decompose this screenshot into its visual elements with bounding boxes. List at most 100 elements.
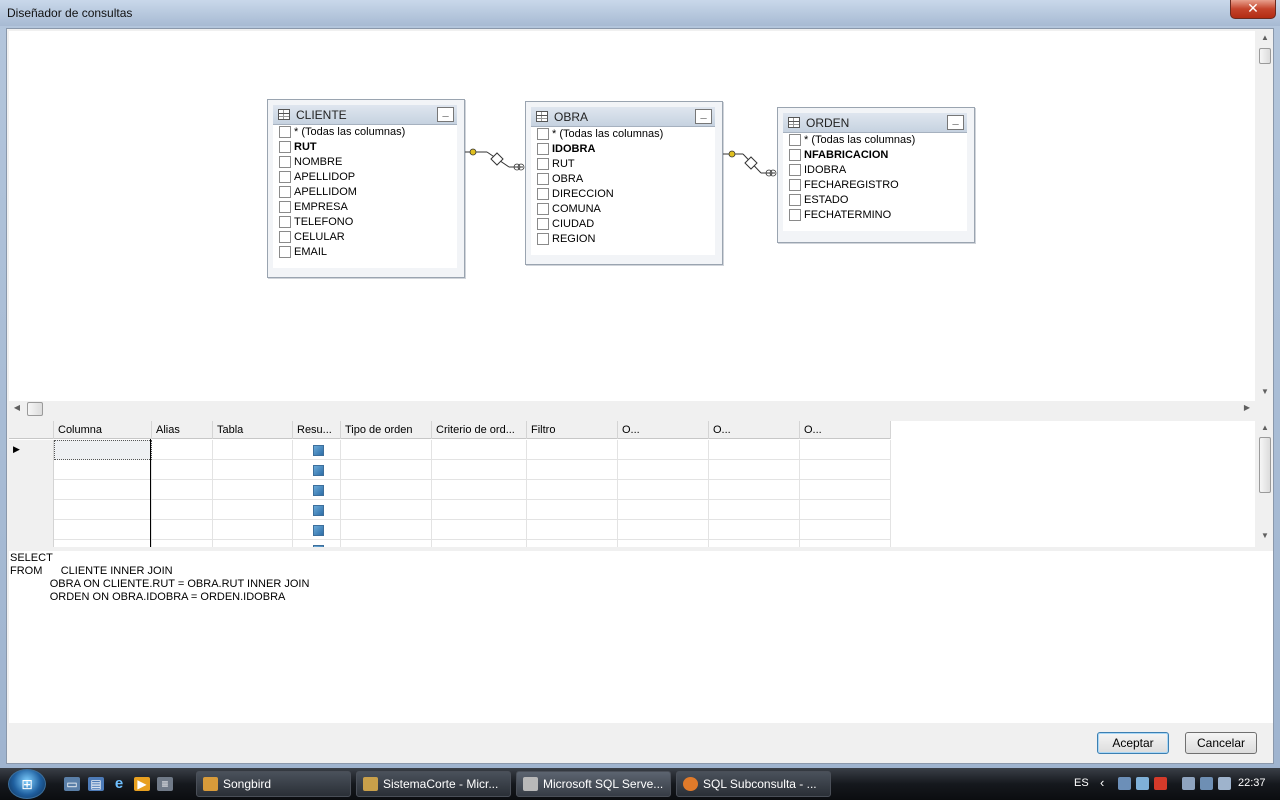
- taskbar-item-sistemacorte[interactable]: SistemaCorte - Micr...: [356, 771, 511, 797]
- column-checkbox[interactable]: [279, 156, 291, 168]
- internet-explorer-icon[interactable]: e: [111, 776, 127, 791]
- table-header[interactable]: OBRA _: [531, 107, 715, 127]
- column-checkbox[interactable]: [537, 158, 549, 170]
- sparkle-tray-icon[interactable]: [1136, 777, 1149, 790]
- grid-header-filtro[interactable]: Filtro: [527, 421, 618, 439]
- column-checkbox[interactable]: [537, 143, 549, 155]
- cancel-button[interactable]: Cancelar: [1185, 732, 1257, 754]
- column-row[interactable]: FECHAREGISTRO: [783, 178, 967, 193]
- grid-row[interactable]: [9, 460, 891, 480]
- grid-header-o-2[interactable]: O...: [709, 421, 800, 439]
- column-row[interactable]: IDOBRA: [531, 142, 715, 157]
- grid-header-columna[interactable]: Columna: [54, 421, 152, 439]
- grid-cell[interactable]: [432, 520, 527, 540]
- minimize-table-button[interactable]: _: [947, 115, 964, 130]
- grid-cell[interactable]: [432, 500, 527, 520]
- column-checkbox[interactable]: [789, 134, 801, 146]
- scroll-up-arrow-icon[interactable]: ▲: [1257, 33, 1273, 42]
- column-checkbox[interactable]: [279, 231, 291, 243]
- table-box-cliente[interactable]: CLIENTE _ * (Todas las columnas) RUT NOMBR…: [267, 99, 465, 278]
- grid-cell[interactable]: [341, 440, 432, 460]
- column-row[interactable]: APELLIDOP: [273, 170, 457, 185]
- start-button-icon[interactable]: ⊞: [8, 769, 46, 799]
- column-row[interactable]: ESTADO: [783, 193, 967, 208]
- scroll-right-arrow-icon[interactable]: ▶: [1239, 403, 1255, 412]
- column-checkbox[interactable]: [537, 233, 549, 245]
- column-checkbox[interactable]: [789, 164, 801, 176]
- show-desktop-icon[interactable]: ▭: [64, 777, 80, 791]
- column-checkbox[interactable]: [279, 171, 291, 183]
- column-row[interactable]: RUT: [273, 140, 457, 155]
- grid-cell[interactable]: [527, 460, 618, 480]
- grid-row[interactable]: ▶: [9, 440, 891, 460]
- diagram-vertical-scrollbar[interactable]: ▲ ▼: [1257, 31, 1273, 401]
- grid-header-o-1[interactable]: O...: [618, 421, 709, 439]
- scroll-thumb[interactable]: [1259, 437, 1271, 493]
- clock[interactable]: 22:37: [1238, 777, 1266, 789]
- grid-cell[interactable]: [618, 500, 709, 520]
- grid-cell[interactable]: [618, 460, 709, 480]
- grid-cell[interactable]: [54, 440, 152, 460]
- column-row[interactable]: RUT: [531, 157, 715, 172]
- grid-cell[interactable]: [709, 480, 800, 500]
- column-row[interactable]: EMPRESA: [273, 200, 457, 215]
- grid-vertical-scrollbar[interactable]: ▲ ▼: [1257, 421, 1273, 547]
- table-box-orden[interactable]: ORDEN _ * (Todas las columnas) NFABRICACI…: [777, 107, 975, 243]
- network-tray-icon[interactable]: [1118, 777, 1131, 790]
- column-checkbox[interactable]: [279, 126, 291, 138]
- title-bar[interactable]: Diseñador de consultas ✕: [0, 0, 1280, 26]
- grid-cell[interactable]: [800, 440, 891, 460]
- grid-cell[interactable]: [432, 440, 527, 460]
- grid-cell[interactable]: [341, 540, 432, 547]
- grid-cell[interactable]: [54, 540, 152, 547]
- media-player-icon[interactable]: ▶: [134, 777, 150, 791]
- grid-cell[interactable]: [618, 440, 709, 460]
- scroll-thumb[interactable]: [27, 402, 43, 416]
- column-checkbox[interactable]: [537, 218, 549, 230]
- scroll-down-arrow-icon[interactable]: ▼: [1257, 531, 1273, 540]
- grid-cell[interactable]: [618, 480, 709, 500]
- grid-cell[interactable]: [432, 460, 527, 480]
- grid-cell[interactable]: [800, 520, 891, 540]
- grid-cell[interactable]: [432, 480, 527, 500]
- column-row[interactable]: OBRA: [531, 172, 715, 187]
- grid-cell[interactable]: [341, 500, 432, 520]
- grid-cell[interactable]: [152, 540, 213, 547]
- grid-cell[interactable]: [527, 520, 618, 540]
- scroll-down-arrow-icon[interactable]: ▼: [1257, 387, 1273, 396]
- grid-cell[interactable]: [709, 520, 800, 540]
- column-row[interactable]: NOMBRE: [273, 155, 457, 170]
- column-checkbox[interactable]: [537, 188, 549, 200]
- column-row[interactable]: NFABRICACION: [783, 148, 967, 163]
- grid-cell[interactable]: [341, 460, 432, 480]
- grid-cell[interactable]: [341, 480, 432, 500]
- column-checkbox[interactable]: [279, 201, 291, 213]
- column-row[interactable]: * (Todas las columnas): [531, 127, 715, 142]
- grid-cell[interactable]: [152, 480, 213, 500]
- grid-header-tipo-orden[interactable]: Tipo de orden: [341, 421, 432, 439]
- grid-header-criterio-orden[interactable]: Criterio de ord...: [432, 421, 527, 439]
- grid-cell[interactable]: [527, 500, 618, 520]
- table-header[interactable]: CLIENTE _: [273, 105, 457, 125]
- scroll-up-arrow-icon[interactable]: ▲: [1257, 423, 1273, 432]
- grid-cell[interactable]: [54, 480, 152, 500]
- language-indicator[interactable]: ES: [1074, 777, 1089, 789]
- grid-cell[interactable]: [213, 500, 293, 520]
- grid-header-alias[interactable]: Alias: [152, 421, 213, 439]
- grid-cell[interactable]: [618, 540, 709, 547]
- grid-cell[interactable]: [709, 540, 800, 547]
- grid-cell[interactable]: [54, 460, 152, 480]
- taskbar-item-sql-server[interactable]: Microsoft SQL Serve...: [516, 771, 671, 797]
- grid-cell[interactable]: [709, 460, 800, 480]
- output-checkbox[interactable]: [313, 545, 324, 547]
- grid-cell[interactable]: [54, 520, 152, 540]
- grid-cell[interactable]: [527, 480, 618, 500]
- grid-header-resultado[interactable]: Resu...: [293, 421, 341, 439]
- grid-row[interactable]: [9, 520, 891, 540]
- grid-cell[interactable]: [527, 440, 618, 460]
- column-checkbox[interactable]: [789, 149, 801, 161]
- grid-row[interactable]: [9, 500, 891, 520]
- grid-cell[interactable]: [618, 520, 709, 540]
- taskbar-item-firefox[interactable]: SQL Subconsulta - ...: [676, 771, 831, 797]
- grid-cell[interactable]: [341, 520, 432, 540]
